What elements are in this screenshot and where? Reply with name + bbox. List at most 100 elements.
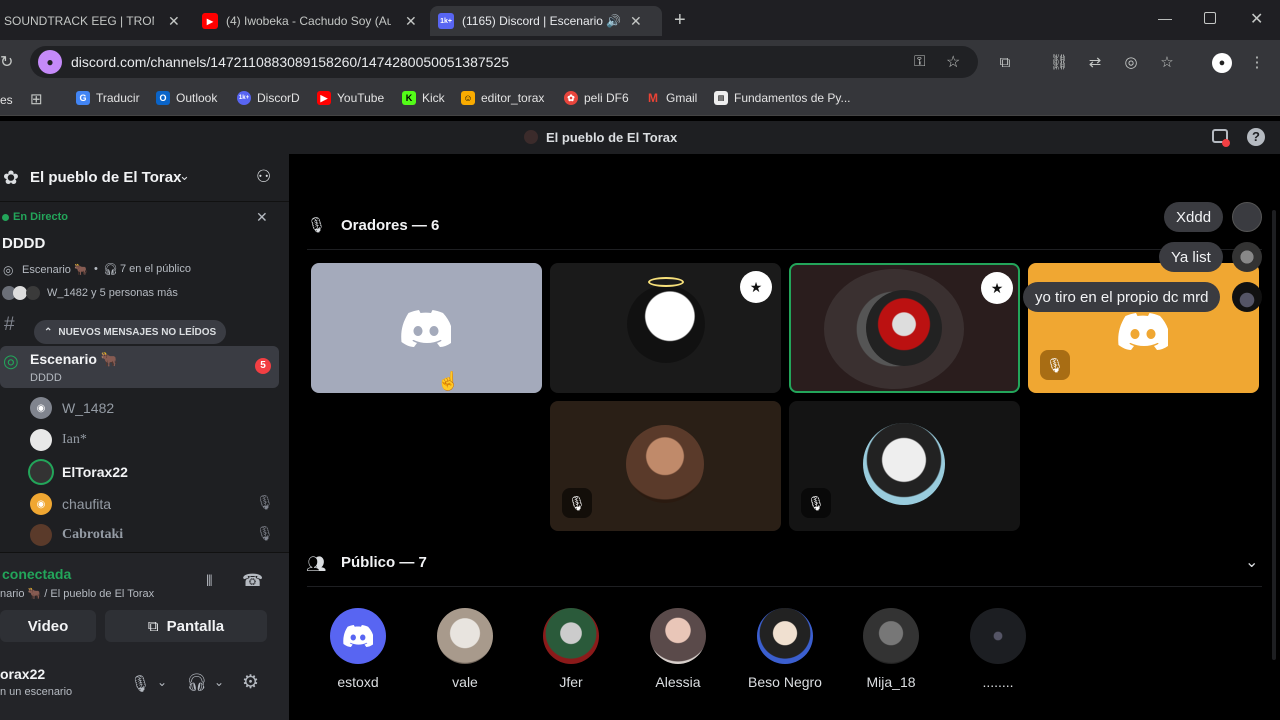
audience-member[interactable]: ........ bbox=[953, 608, 1043, 690]
avatar bbox=[863, 608, 919, 664]
window-title: El pueblo de El Torax bbox=[546, 130, 678, 145]
voice-location: nario 🐂 / El pueblo de El Torax bbox=[0, 588, 155, 600]
speaker-tile-speaking[interactable]: ★ bbox=[789, 263, 1020, 393]
scrollbar[interactable] bbox=[1272, 210, 1276, 660]
screen-share-button[interactable]: ⧉ Pantalla bbox=[105, 610, 267, 642]
cursor-pointer-icon: ☝ bbox=[437, 371, 460, 391]
stage-icon: ◎ bbox=[3, 263, 14, 277]
bookmark-item[interactable]: O Outlook bbox=[156, 91, 217, 105]
avatar bbox=[30, 524, 52, 546]
headphones-icon[interactable]: 🎧︎ bbox=[186, 673, 208, 693]
bookmark-item[interactable]: ▤ Fundamentos de Py... bbox=[714, 91, 851, 105]
disconnect-icon[interactable]: ☎ bbox=[242, 571, 263, 591]
reload-icon[interactable]: ↻ bbox=[0, 52, 13, 72]
bookmark-item[interactable]: 1k+ DiscorD bbox=[237, 91, 300, 105]
link-icon[interactable]: ⛓ bbox=[1049, 53, 1068, 71]
notification-dot bbox=[1222, 139, 1230, 147]
member-item[interactable]: Ian* bbox=[30, 429, 87, 451]
bookmark-item[interactable]: M Gmail bbox=[646, 91, 697, 105]
moderator-badge-icon: ★ bbox=[981, 272, 1013, 304]
avatar bbox=[627, 285, 705, 363]
help-icon[interactable]: ? bbox=[1247, 128, 1265, 146]
live-dot-icon bbox=[2, 214, 9, 221]
bookmark-item[interactable]: ☺ editor_torax bbox=[461, 91, 544, 105]
member-item[interactable]: Cabrotaki bbox=[30, 524, 123, 546]
muted-mic-icon: 🎙︎ bbox=[1040, 350, 1070, 380]
bookmark-star-icon[interactable]: ☆ bbox=[946, 52, 960, 72]
menu-icon[interactable]: ⋮ bbox=[1248, 53, 1266, 71]
member-item[interactable]: ◉ W_1482 bbox=[30, 397, 114, 419]
member-name: ElTorax22 bbox=[62, 464, 128, 480]
speakers-header: Oradores — 6 bbox=[341, 217, 440, 234]
sound-wave-icon[interactable]: ⦀ bbox=[206, 573, 213, 590]
avatar bbox=[866, 290, 942, 366]
close-window-icon[interactable]: ✕ bbox=[1250, 9, 1263, 29]
bookmark-item[interactable]: G Traducir bbox=[76, 91, 140, 105]
star-icon[interactable]: ☆ bbox=[1158, 53, 1176, 71]
channel-sidebar: ✿ El pueblo de El Torax ⌄ ⚇ En Directo ✕… bbox=[0, 154, 289, 720]
speaker-tile[interactable]: ☝ bbox=[311, 263, 542, 393]
key-icon[interactable]: ⚿ bbox=[914, 53, 925, 70]
address-bar[interactable]: ● discord.com/channels/14721108830891582… bbox=[30, 46, 978, 78]
bookmark-item[interactable]: ▶ YouTube bbox=[317, 91, 384, 105]
voice-status: conectada bbox=[2, 566, 72, 582]
video-button[interactable]: Video bbox=[0, 610, 96, 642]
settings-gear-icon[interactable]: ⚙ bbox=[242, 671, 259, 694]
speaker-tile[interactable]: ★ bbox=[550, 263, 781, 393]
audience-member[interactable]: Mija_18 bbox=[846, 608, 936, 690]
tab-title: (1165) Discord | Escenario 🔊 bbox=[462, 14, 622, 28]
browser-tab[interactable]: ▶ (4) Iwobeka - Cachudo Soy (Au ✕ bbox=[198, 6, 423, 36]
member-name: chaufita bbox=[62, 496, 112, 512]
bookmark-item[interactable]: ✿ peli DF6 bbox=[564, 91, 629, 105]
chevron-down-icon[interactable]: ⌄ bbox=[1245, 552, 1258, 572]
audience-member[interactable]: estoxd bbox=[313, 608, 403, 690]
audience-member[interactable]: Alessia bbox=[633, 608, 723, 690]
chevron-down-icon[interactable]: ⌄ bbox=[214, 675, 224, 689]
close-icon[interactable]: ✕ bbox=[630, 13, 642, 30]
browser-tab-active[interactable]: 1k+ (1165) Discord | Escenario 🔊 ✕ bbox=[430, 6, 662, 36]
stage-view: 🎙︎ Oradores — 6 ☝ ★ ★ 🎙︎ 🎙︎ 🎙︎ 👥︎ Públic… bbox=[289, 154, 1280, 720]
chevron-up-icon: ⌃ bbox=[44, 326, 53, 338]
restore-icon[interactable] bbox=[1204, 12, 1216, 24]
audience-member[interactable]: Beso Negro bbox=[740, 608, 830, 690]
apps-grid-icon[interactable]: ⊞ bbox=[30, 90, 43, 108]
separator: • bbox=[94, 263, 98, 275]
chevron-down-icon[interactable]: ⌄ bbox=[157, 675, 167, 689]
channel-name: Escenario 🐂 bbox=[30, 351, 119, 367]
audience-member[interactable]: vale bbox=[420, 608, 510, 690]
discord-icon: ◉ bbox=[30, 493, 52, 515]
close-icon[interactable]: ✕ bbox=[405, 13, 417, 30]
bookmark-clipped[interactable]: es bbox=[0, 93, 13, 107]
new-messages-pill[interactable]: ⌃ NUEVOS MENSAJES NO LEÍDOS bbox=[34, 320, 227, 344]
extensions-icon[interactable]: ⧉ bbox=[996, 53, 1014, 71]
site-info-icon[interactable]: ● bbox=[38, 50, 62, 74]
browser-tab[interactable]: SOUNDTRACK EEG | TROMP ✕ bbox=[0, 6, 195, 36]
speaker-tile[interactable]: 🎙︎ bbox=[789, 401, 1020, 531]
microphone-icon[interactable]: 🎙︎ bbox=[130, 674, 150, 694]
audience-member[interactable]: Jfer bbox=[526, 608, 616, 690]
add-member-icon[interactable]: ⚇ bbox=[256, 167, 271, 187]
translate-icon[interactable]: ⇄ bbox=[1086, 53, 1104, 71]
lens-icon[interactable]: ◎ bbox=[1122, 53, 1140, 71]
minimize-icon[interactable]: — bbox=[1158, 10, 1172, 26]
muted-mic-icon: 🎙︎ bbox=[801, 488, 831, 518]
translate-icon: G bbox=[76, 91, 90, 105]
profile-avatar[interactable]: ● bbox=[1212, 53, 1232, 73]
muted-mic-icon: 🎙︎ bbox=[562, 488, 592, 518]
people-icon: 👥︎ bbox=[306, 556, 327, 573]
live-stage-panel: En Directo ✕ DDDD ◎ Escenario 🐂 • 🎧︎ 7 e… bbox=[0, 202, 289, 306]
channel-item-escenario[interactable]: ◎ Escenario 🐂 DDDD 5 bbox=[0, 346, 279, 388]
new-tab-button[interactable]: + bbox=[674, 9, 686, 32]
close-icon[interactable]: ✕ bbox=[256, 209, 268, 226]
close-icon[interactable]: ✕ bbox=[168, 13, 180, 30]
server-header[interactable]: ✿ El pueblo de El Torax ⌄ ⚇ bbox=[0, 154, 289, 202]
server-icon bbox=[524, 130, 538, 144]
bookmark-item[interactable]: K Kick bbox=[402, 91, 445, 105]
discord-icon: 1k+ bbox=[237, 91, 251, 105]
audience-name: Jfer bbox=[559, 674, 583, 690]
member-item-speaking[interactable]: ElTorax22 bbox=[30, 461, 128, 483]
member-item[interactable]: ◉ chaufita bbox=[30, 493, 111, 515]
speaker-tile[interactable]: 🎙︎ bbox=[550, 401, 781, 531]
discord-logo-icon bbox=[343, 625, 373, 647]
avatar bbox=[30, 429, 52, 451]
